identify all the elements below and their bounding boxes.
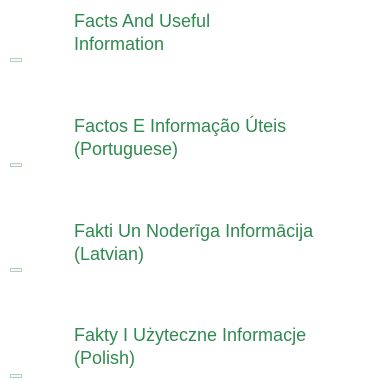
link-line-1: Fakty I Użyteczne Informacje <box>74 325 307 345</box>
link-item-facts-latvian: Fakti Un Noderīga Informācija (Latvian) <box>0 220 382 290</box>
facts-polish-link[interactable]: Fakty I Użyteczne Informacje (Polish) <box>74 324 374 370</box>
link-item-facts-english: Facts And Useful Information <box>0 10 382 80</box>
list-bullet-icon <box>10 268 22 272</box>
link-line-2: (Portuguese) <box>74 139 179 159</box>
list-bullet-icon <box>10 163 22 167</box>
list-bullet-icon <box>10 58 22 62</box>
link-line-2: Information <box>74 34 165 54</box>
link-item-facts-polish: Fakty I Użyteczne Informacje (Polish) <box>0 324 382 381</box>
link-line-1: Factos E Informação Úteis <box>74 116 287 136</box>
link-line-1: Fakti Un Noderīga Informācija <box>74 221 314 241</box>
facts-latvian-link[interactable]: Fakti Un Noderīga Informācija (Latvian) <box>74 220 374 266</box>
link-item-facts-portuguese: Factos E Informação Úteis (Portuguese) <box>0 115 382 185</box>
link-line-2: (Latvian) <box>74 244 145 264</box>
facts-portuguese-link[interactable]: Factos E Informação Úteis (Portuguese) <box>74 115 374 161</box>
list-bullet-icon <box>10 374 22 378</box>
link-line-2: (Polish) <box>74 348 136 368</box>
facts-useful-information-link[interactable]: Facts And Useful Information <box>74 10 374 56</box>
link-line-1: Facts And Useful <box>74 11 211 31</box>
